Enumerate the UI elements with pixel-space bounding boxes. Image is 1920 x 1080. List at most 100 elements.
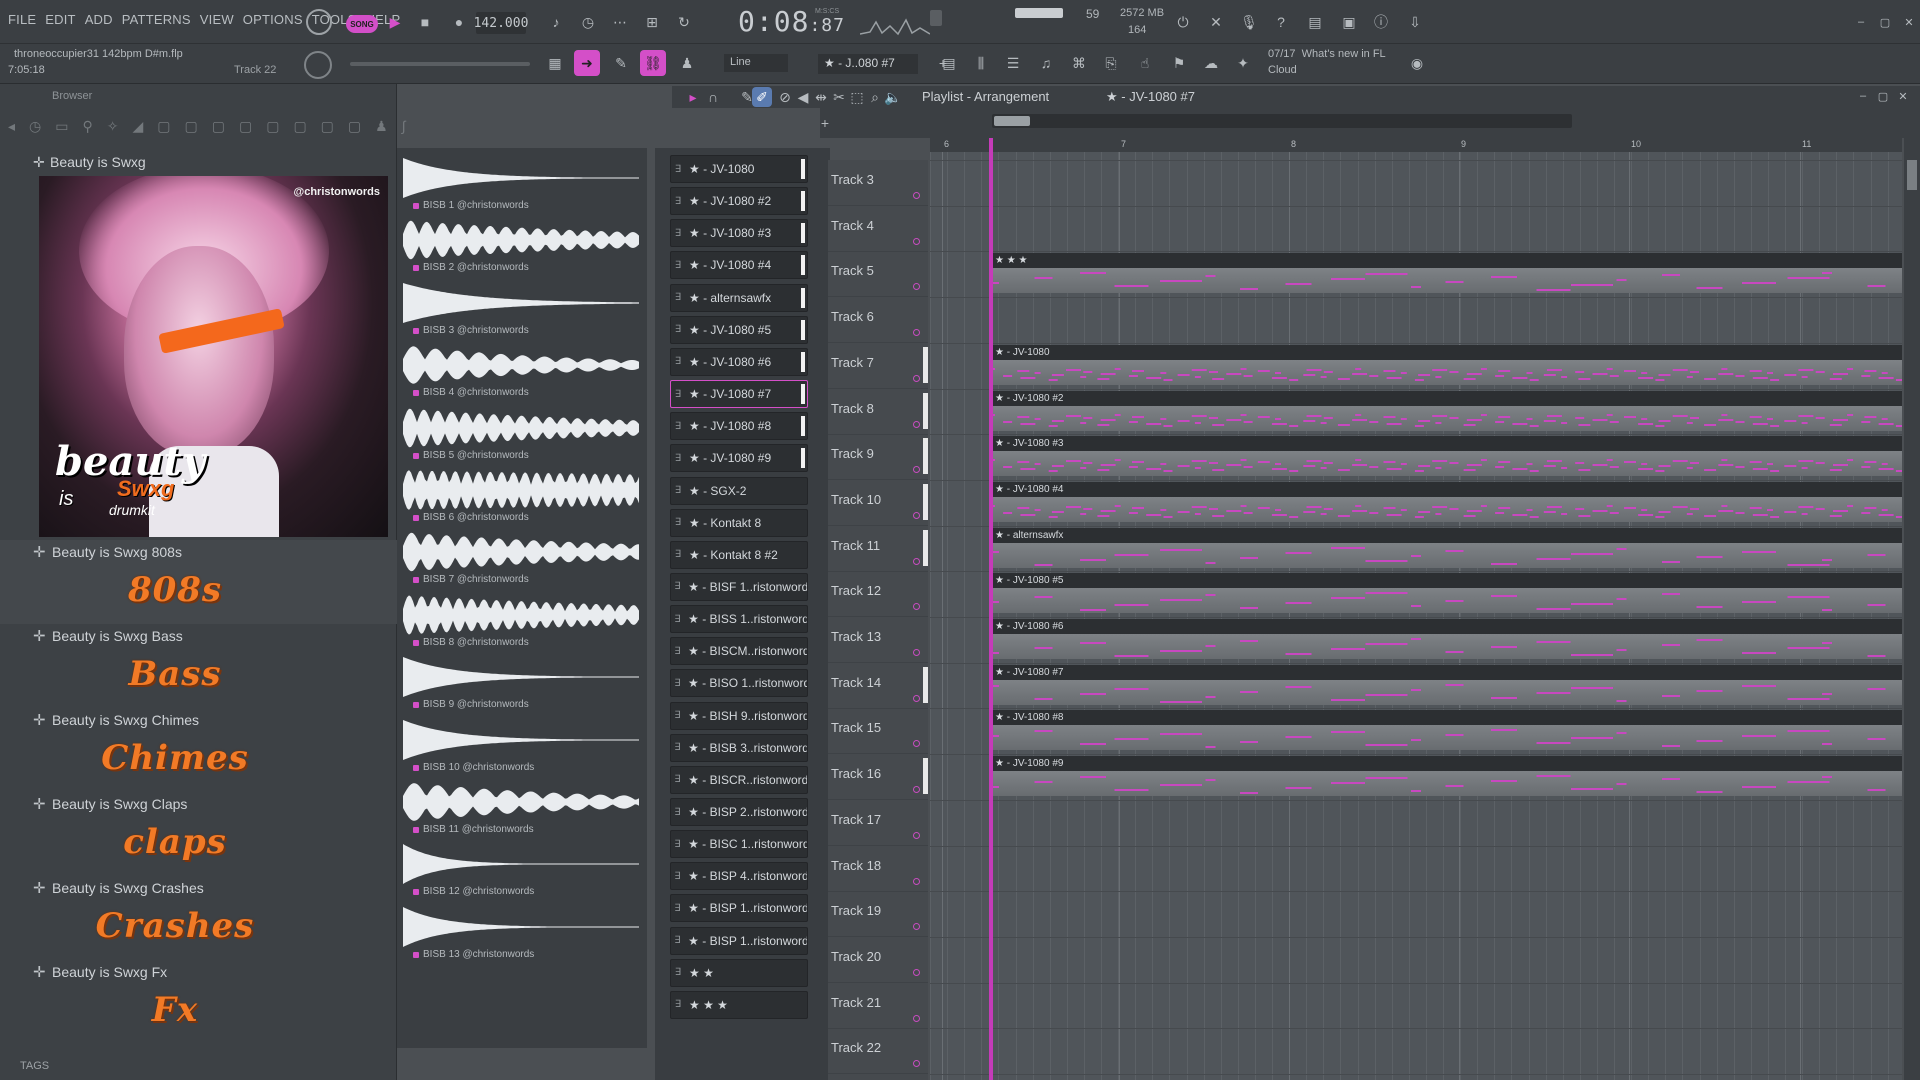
timeline-ruler[interactable]: 6 7 8 9 10 11 <box>930 138 1902 152</box>
star-icon[interactable]: ✧ <box>107 118 119 144</box>
mixer-icon[interactable]: ✕ <box>1203 9 1229 35</box>
wait-input-icon[interactable]: ◷ <box>575 9 601 35</box>
channel-item[interactable]: ∃ ★ ★ ★ <box>670 990 808 1019</box>
track-header[interactable]: Track 16 <box>828 754 928 801</box>
track-header[interactable]: Track 17 <box>828 800 928 846</box>
box3-icon[interactable]: ▢ <box>212 118 225 144</box>
playlist-close-icon[interactable]: ✕ <box>1890 83 1916 109</box>
grip-icon[interactable]: ∃ <box>671 324 685 335</box>
news-panel[interactable]: 07/17 What's new in FL <box>1268 48 1386 60</box>
channel-led-icon[interactable] <box>801 287 805 308</box>
sample-item[interactable]: BISB 10 @christonwords <box>403 718 639 780</box>
menu-options[interactable]: OPTIONS <box>243 12 303 27</box>
back-icon[interactable]: ◂ <box>8 118 15 144</box>
browser-view-icon[interactable]: ⌘ <box>1066 50 1092 76</box>
grip-icon[interactable]: ∃ <box>671 581 684 592</box>
record-icon[interactable]: ● <box>446 9 472 35</box>
menu-file[interactable]: FILE <box>8 12 36 27</box>
send-icon[interactable]: ◢ <box>132 118 143 144</box>
track-header[interactable]: Track 18 <box>828 846 928 892</box>
track-header[interactable]: Track 21 <box>828 983 928 1029</box>
box2-icon[interactable]: ▢ <box>185 118 198 144</box>
sample-item[interactable]: BISB 11 @christonwords <box>403 780 639 842</box>
grip-icon[interactable]: ∃ <box>671 774 684 785</box>
sample-item[interactable]: BISB 2 @christonwords <box>403 218 639 280</box>
vscroll-thumb[interactable] <box>1907 160 1917 190</box>
snap-select[interactable]: Line <box>724 54 788 72</box>
grip-icon[interactable]: ∃ <box>671 742 684 753</box>
learn-icon[interactable]: ✦ <box>1230 50 1256 76</box>
playlist-overview-scroll[interactable] <box>992 114 1572 128</box>
playhead-marker[interactable] <box>989 138 993 1080</box>
news-icon[interactable]: ◉ <box>1404 50 1430 76</box>
pattern-clip[interactable]: ★ - JV-1080 #2 <box>989 390 1902 431</box>
channel-item[interactable]: ∃ ★ - BISS 1..ristonwords <box>670 605 808 634</box>
menu-view[interactable]: VIEW <box>200 12 234 27</box>
cloud-icon[interactable]: ☁ <box>1198 50 1224 76</box>
track-header[interactable]: Track 5 <box>828 251 928 298</box>
sample-item[interactable]: BISB 3 @christonwords <box>403 281 639 343</box>
channel-item[interactable]: ∃ ★ - JV-1080 #2 <box>670 187 808 216</box>
pattern-clip[interactable]: ★ - JV-1080 #6 <box>989 619 1902 659</box>
track-mute-icon[interactable] <box>913 329 920 337</box>
track-header[interactable]: Track 11 <box>828 526 928 572</box>
channel-item[interactable]: ∃ ★ - JV-1080 #5 <box>670 315 808 344</box>
pattern-clip[interactable]: ★ - JV-1080 <box>989 344 1902 385</box>
snap-arrow-icon[interactable]: ➜ <box>574 50 600 76</box>
channel-item[interactable]: ∃ ★ - Kontakt 8 #2 <box>670 540 808 569</box>
grip-icon[interactable]: ∃ <box>671 228 685 239</box>
playlist-view-icon[interactable]: ▤ <box>936 50 962 76</box>
grip-icon[interactable]: ∃ <box>671 871 684 882</box>
track-mute-icon[interactable] <box>913 1060 920 1068</box>
channel-item[interactable]: ∃ ★ - JV-1080 #3 <box>670 219 808 248</box>
close-icon[interactable]: ✕ <box>1896 9 1920 35</box>
menu-add[interactable]: ADD <box>85 12 113 27</box>
stop-icon[interactable]: ■ <box>412 9 438 35</box>
channel-item[interactable]: ∃ ★ - BISO 1..ristonwords <box>670 669 808 698</box>
master-pitch-slider[interactable] <box>930 10 942 26</box>
grip-icon[interactable]: ∃ <box>671 292 685 303</box>
plugin-icon[interactable]: ▣ <box>1336 9 1362 35</box>
piano-roll-icon[interactable]: ▦ <box>542 50 568 76</box>
menu-edit[interactable]: EDIT <box>45 12 75 27</box>
box-icon[interactable]: ▢ <box>157 118 170 144</box>
add-track-icon[interactable]: + <box>812 110 838 136</box>
channel-item[interactable]: ∃ ★ - BISB 3..ristonwords <box>670 733 808 762</box>
track-mute-icon[interactable] <box>913 968 920 976</box>
main-pitch-knob[interactable] <box>304 51 332 79</box>
channel-led-icon[interactable] <box>801 448 805 469</box>
mixer-view-icon[interactable]: ☰ <box>1000 50 1026 76</box>
channel-item[interactable]: ∃ ★ - SGX-2 <box>670 476 808 505</box>
tempo-tap-icon[interactable]: ⚑ <box>1166 50 1192 76</box>
magnet-icon[interactable]: ∩ <box>700 84 726 110</box>
channel-item[interactable]: ∃ ★ ★ <box>670 958 808 987</box>
channel-led-icon[interactable] <box>801 384 805 405</box>
track-header[interactable]: Track 4 <box>828 206 928 252</box>
channel-item[interactable]: ∃ ★ - JV-1080 #8 <box>670 412 808 441</box>
channel-item[interactable]: ∃ ★ - JV-1080 #9 <box>670 444 808 473</box>
pack-item[interactable]: ✛ Beauty is Swxg Crashes Crashes <box>0 876 397 960</box>
track-header[interactable]: Track 15 <box>828 708 928 755</box>
grip-icon[interactable]: ∃ <box>671 356 685 367</box>
grip-icon[interactable]: ∃ <box>671 614 684 625</box>
grip-icon[interactable]: ∃ <box>671 807 684 818</box>
track-mute-icon[interactable] <box>913 923 920 931</box>
channel-item[interactable]: ∃ ★ - JV-1080 #4 <box>670 251 808 280</box>
browser-root-folder[interactable]: ✛ Beauty is Swxg <box>0 150 397 174</box>
sample-item[interactable]: BISB 8 @christonwords <box>403 593 639 655</box>
info-icon[interactable]: ⓘ <box>1368 9 1394 35</box>
track-mute-icon[interactable] <box>913 374 920 382</box>
track-mute-icon[interactable] <box>913 603 920 611</box>
menu-patterns[interactable]: PATTERNS <box>122 12 191 27</box>
step-edit-icon[interactable]: ⊞ <box>639 9 665 35</box>
track-header[interactable]: Track 14 <box>828 663 928 709</box>
pattern-selector[interactable]: ★ - J..080 #7 <box>818 54 918 74</box>
track-header[interactable]: Track 12 <box>828 571 928 618</box>
stamp-icon[interactable]: ♟ <box>674 50 700 76</box>
channel-led-icon[interactable] <box>801 159 805 179</box>
channel-item[interactable]: ∃ ★ - BISP 1..ristonwords <box>670 894 808 923</box>
sample-item[interactable]: BISB 6 @christonwords <box>403 468 639 530</box>
plug-icon[interactable]: ⚲ <box>82 118 92 144</box>
grip-icon[interactable]: ∃ <box>671 260 685 271</box>
pattern-clip[interactable]: ★ ★ ★ <box>989 253 1902 294</box>
